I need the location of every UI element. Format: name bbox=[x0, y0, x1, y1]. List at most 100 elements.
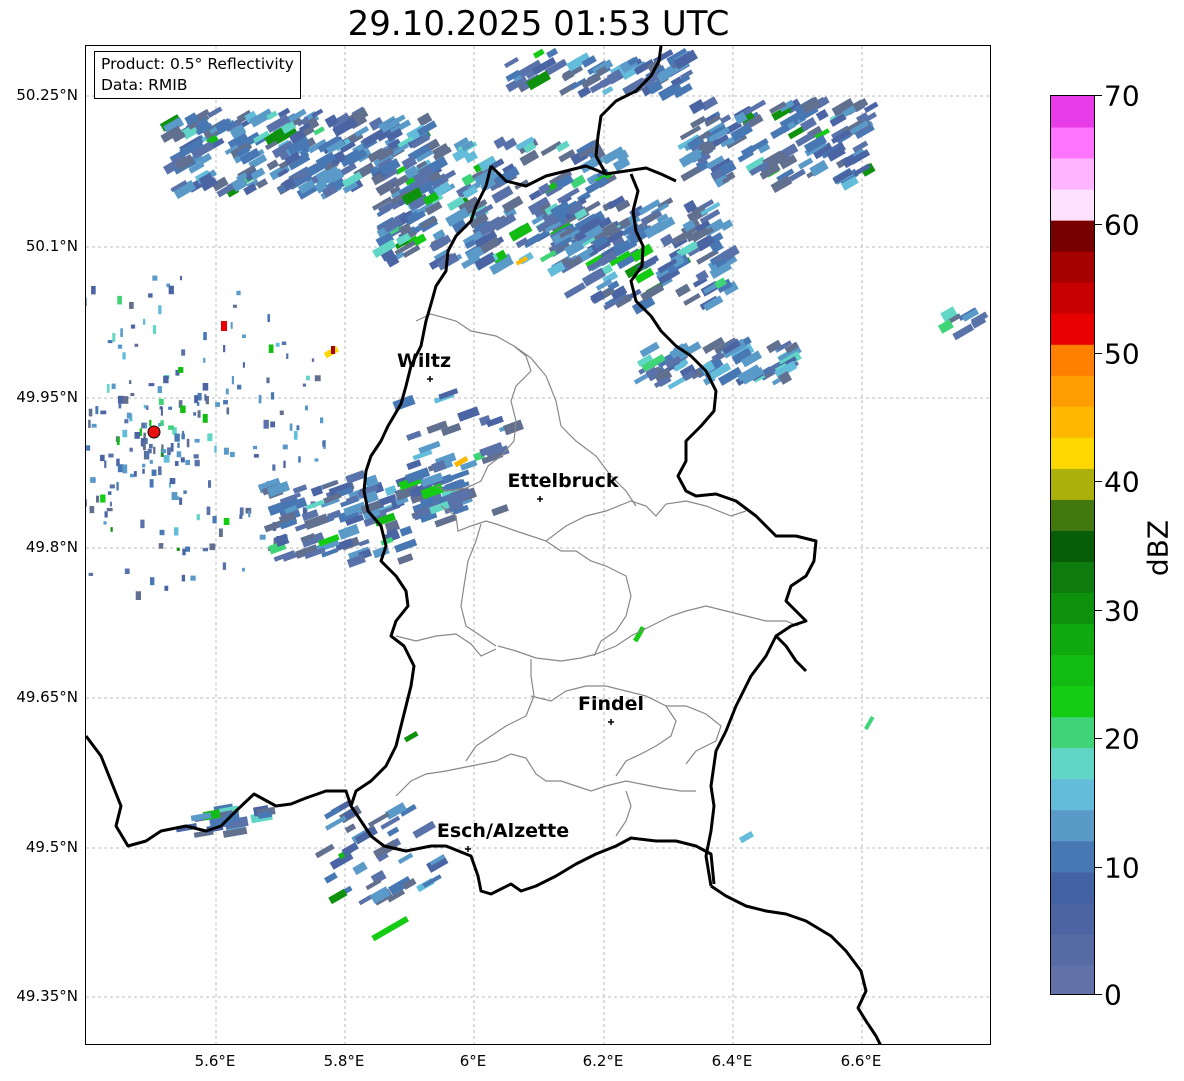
echo-cell bbox=[183, 490, 187, 494]
echo-cell bbox=[158, 543, 164, 549]
echo-cell bbox=[532, 48, 545, 59]
echo-cell bbox=[86, 445, 91, 451]
echo-cell bbox=[231, 375, 235, 385]
echo-cell bbox=[222, 562, 227, 570]
lat-label: 50.1°N bbox=[25, 237, 78, 255]
echo-cell bbox=[106, 507, 113, 512]
echo-cell bbox=[194, 395, 199, 404]
colorbar-swatch bbox=[1051, 282, 1094, 314]
echo-cell bbox=[91, 286, 96, 295]
echo-cell bbox=[270, 421, 276, 428]
echo-cell bbox=[397, 553, 414, 565]
colorbar bbox=[1050, 95, 1095, 995]
echo-cell bbox=[122, 464, 128, 474]
echo-cell bbox=[86, 499, 87, 507]
echo-cell bbox=[180, 457, 185, 463]
colorbar-tick-mark bbox=[1095, 95, 1102, 96]
echo-cell bbox=[259, 534, 266, 540]
echo-cell bbox=[142, 441, 146, 451]
echo-cell bbox=[158, 466, 162, 476]
lon-label: 5.8°E bbox=[323, 1052, 365, 1070]
echo-cell bbox=[163, 455, 170, 463]
echo-cell bbox=[140, 519, 145, 529]
echo-cell bbox=[178, 367, 184, 373]
echo-cell bbox=[358, 538, 370, 547]
echo-cell bbox=[491, 504, 509, 517]
echo-cell bbox=[328, 888, 348, 905]
echo-cell bbox=[151, 469, 157, 476]
echo-cell bbox=[180, 405, 186, 413]
echo-cell bbox=[133, 471, 137, 477]
echo-cell bbox=[146, 405, 149, 410]
product-info-box: Product: 0.5° Reflectivity Data: RMIB bbox=[94, 51, 301, 99]
echo-cell bbox=[157, 386, 162, 394]
lat-label: 49.5°N bbox=[25, 838, 78, 856]
echo-cell bbox=[502, 137, 518, 151]
echo-cell bbox=[122, 352, 126, 360]
echo-cell bbox=[124, 419, 129, 424]
echo-cell bbox=[658, 81, 683, 102]
echo-cell bbox=[169, 478, 176, 485]
colorbar-swatch bbox=[1051, 685, 1094, 718]
echo-cell bbox=[399, 525, 413, 537]
colorbar-swatch bbox=[1051, 809, 1094, 842]
echo-cell bbox=[134, 432, 140, 439]
echo-cell bbox=[171, 492, 178, 501]
echo-cell bbox=[148, 383, 155, 387]
echo-cell bbox=[255, 178, 269, 189]
colorbar-tick-mark bbox=[1095, 994, 1102, 995]
echo-cell bbox=[422, 874, 442, 888]
echo-cell bbox=[226, 407, 230, 415]
echo-cell bbox=[504, 57, 519, 69]
colorbar-swatch bbox=[1051, 158, 1094, 190]
echo-cell bbox=[952, 323, 975, 341]
echo-cell bbox=[111, 383, 116, 389]
echo-cell bbox=[207, 433, 213, 442]
city-label-wiltz: Wiltz bbox=[396, 350, 452, 372]
echo-cell bbox=[223, 447, 229, 455]
lon-label: 6.6°E bbox=[840, 1052, 882, 1070]
echo-cell bbox=[223, 400, 228, 405]
echo-cell bbox=[202, 547, 209, 552]
echo-cell bbox=[232, 304, 237, 308]
colorbar-tick-mark bbox=[1095, 481, 1102, 482]
echo-cell bbox=[204, 394, 207, 401]
echo-cell bbox=[104, 460, 107, 468]
echo-cell bbox=[314, 458, 319, 462]
echo-cell bbox=[302, 383, 307, 387]
lon-label: 6.2°E bbox=[582, 1052, 624, 1070]
colorbar-tick-label: 50 bbox=[1104, 337, 1140, 371]
echo-cell bbox=[282, 444, 288, 450]
echo-cell bbox=[457, 406, 480, 422]
echo-cell bbox=[103, 521, 107, 525]
echo-cell bbox=[688, 99, 706, 115]
echo-cell bbox=[168, 285, 174, 295]
colorbar-swatch bbox=[1051, 902, 1094, 935]
colorbar-swatch bbox=[1051, 561, 1094, 594]
echo-cell bbox=[88, 419, 91, 428]
echo-cell bbox=[313, 126, 325, 136]
lat-label: 50.25°N bbox=[16, 86, 78, 104]
echo-cell bbox=[197, 410, 201, 418]
echo-cell bbox=[90, 477, 96, 483]
echo-cell bbox=[279, 410, 284, 416]
echo-cell bbox=[159, 529, 165, 536]
colorbar-tick-mark bbox=[1095, 353, 1102, 354]
lon-label: 6.4°E bbox=[711, 1052, 753, 1070]
echo-cell bbox=[152, 325, 157, 334]
echo-cell bbox=[174, 460, 179, 466]
colorbar-swatch bbox=[1051, 840, 1094, 873]
echo-cell bbox=[179, 497, 183, 505]
echo-cell bbox=[352, 861, 368, 876]
radar-map[interactable] bbox=[85, 45, 991, 1045]
echo-cell bbox=[116, 436, 120, 446]
echo-cell bbox=[193, 454, 199, 459]
colorbar-swatch bbox=[1051, 654, 1094, 687]
echo-cell bbox=[88, 572, 94, 576]
echo-cell bbox=[174, 433, 180, 442]
colorbar-unit-label: dBZ bbox=[1141, 519, 1175, 577]
colorbar-swatch bbox=[1051, 344, 1094, 376]
echo-cell bbox=[118, 403, 122, 409]
echo-cell bbox=[412, 820, 436, 839]
echo-cell bbox=[100, 410, 107, 415]
